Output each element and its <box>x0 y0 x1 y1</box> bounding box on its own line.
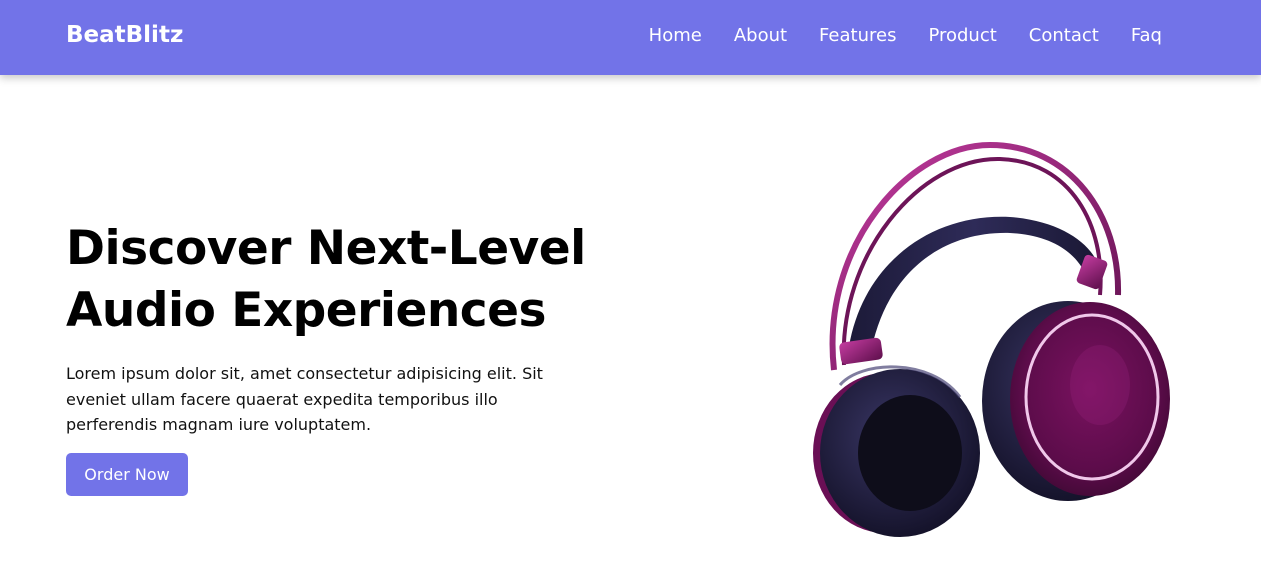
hero-title-line-2: Audio Experiences <box>66 283 547 338</box>
nav-item-about[interactable]: About <box>734 24 787 48</box>
hero-title: Discover Next-Level Audio Experiences <box>66 218 626 342</box>
nav-item-product[interactable]: Product <box>928 24 996 48</box>
nav-item-features[interactable]: Features <box>819 24 896 48</box>
hero-title-line-1: Discover Next-Level <box>66 221 586 276</box>
nav-item-faq[interactable]: Faq <box>1131 24 1162 48</box>
nav-item-contact[interactable]: Contact <box>1029 24 1099 48</box>
headphones-image <box>813 141 1170 537</box>
nav-item-home[interactable]: Home <box>649 24 702 48</box>
nav-links: Home About Features Product Contact Faq <box>617 24 1162 48</box>
hero-description: Lorem ipsum dolor sit, amet consectetur … <box>66 364 543 434</box>
order-now-button[interactable]: Order Now <box>66 453 188 496</box>
brand-logo[interactable]: BeatBlitz <box>66 22 183 48</box>
navbar: BeatBlitz Home About Features Product Co… <box>0 0 1261 75</box>
